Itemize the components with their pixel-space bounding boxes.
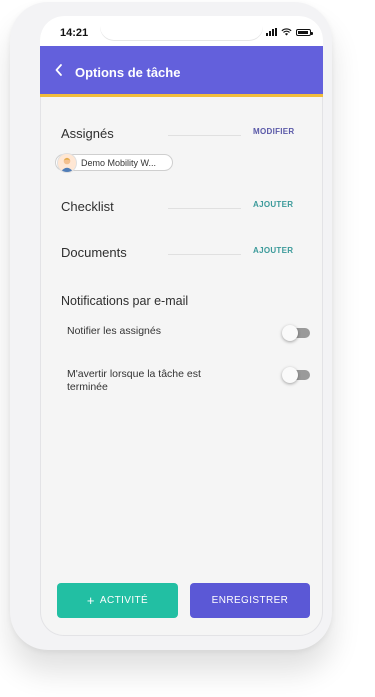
signal-icon (266, 28, 277, 36)
assignee-name: Demo Mobility W... (81, 158, 157, 168)
checklist-title: Checklist (61, 199, 114, 214)
documents-divider (168, 254, 241, 255)
status-bar: 14:21 (40, 16, 323, 46)
person-icon (58, 154, 76, 172)
app-header: Options de tâche (40, 46, 323, 97)
add-activity-label: ACTIVITÉ (99, 595, 149, 606)
toggle-knob (282, 325, 298, 341)
notify-assignees-toggle[interactable] (282, 325, 310, 341)
assignee-chip[interactable]: Demo Mobility W... (55, 153, 173, 173)
notify-assignees-label: Notifier les assignés (67, 325, 161, 337)
save-label: ENREGISTRER (211, 595, 289, 606)
page-title: Options de tâche (75, 65, 181, 80)
avatar (57, 153, 77, 173)
assignees-title: Assignés (61, 126, 114, 141)
status-icons (266, 28, 313, 36)
toggle-knob (282, 367, 298, 383)
notch (100, 16, 263, 40)
add-document-button[interactable]: AJOUTER (253, 246, 293, 255)
phone-screen: 14:21 Options de tâche Assignés MODIFIER… (40, 16, 323, 636)
add-activity-button[interactable]: + ACTIVITÉ (57, 583, 178, 618)
checklist-divider (168, 208, 241, 209)
back-arrow-icon[interactable] (54, 63, 64, 77)
status-time: 14:21 (60, 27, 89, 39)
modify-assignees-button[interactable]: MODIFIER (253, 127, 295, 136)
assignees-divider (168, 135, 241, 136)
notifications-title: Notifications par e-mail (61, 294, 189, 308)
save-button[interactable]: ENREGISTRER (190, 583, 310, 618)
phone-frame: 14:21 Options de tâche Assignés MODIFIER… (10, 2, 332, 650)
notify-task-done-label: M'avertir lorsque la tâche est terminée (67, 368, 201, 393)
plus-icon: + (86, 592, 95, 608)
notify-task-done-toggle[interactable] (282, 367, 310, 383)
battery-icon (296, 28, 313, 36)
add-checklist-button[interactable]: AJOUTER (253, 200, 293, 209)
documents-title: Documents (61, 245, 127, 260)
wifi-icon (281, 28, 292, 36)
